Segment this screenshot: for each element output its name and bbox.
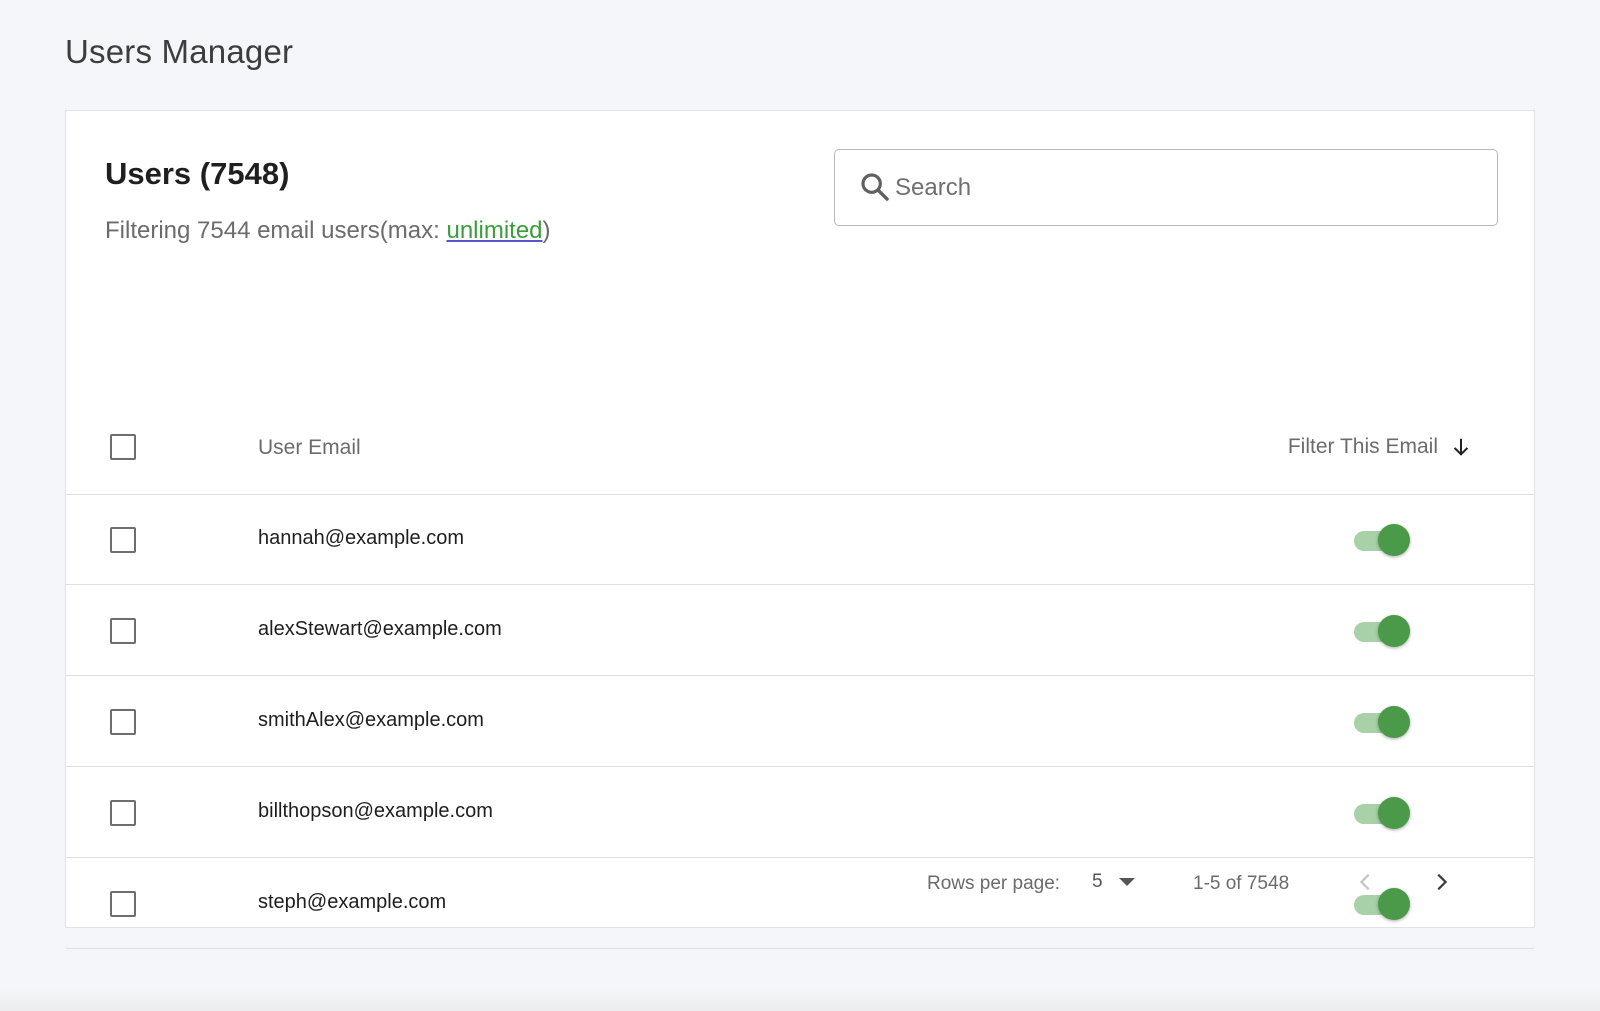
search-input[interactable]	[893, 166, 1477, 210]
users-count-title: Users (7548)	[105, 156, 290, 191]
toggle-thumb	[1378, 615, 1410, 647]
chevron-left-icon	[1359, 873, 1370, 891]
max-unlimited-link[interactable]: unlimited	[446, 217, 542, 244]
search-icon	[861, 173, 889, 201]
user-email-column-header[interactable]: User Email	[258, 436, 361, 460]
filter-email-column-label: Filter This Email	[1287, 435, 1438, 458]
filter-toggle[interactable]	[1354, 797, 1410, 829]
rows-per-page-value: 5	[1092, 871, 1103, 892]
filter-toggle[interactable]	[1354, 706, 1410, 738]
filter-toggle[interactable]	[1354, 615, 1410, 647]
row-email: hannah@example.com	[258, 527, 464, 549]
page-title: Users Manager	[65, 33, 294, 70]
filtering-summary: Filtering 7544 email users(max: unlimite…	[105, 217, 551, 245]
filtering-summary-suffix: )	[542, 217, 551, 244]
toggle-thumb	[1378, 524, 1410, 556]
table-header-row: User Email Filter This Email	[66, 401, 1534, 495]
row-checkbox[interactable]	[110, 527, 136, 553]
row-checkbox[interactable]	[110, 800, 136, 826]
table-row: hannah@example.com	[66, 494, 1534, 585]
next-page-button[interactable]	[1425, 866, 1457, 898]
row-email: smithAlex@example.com	[258, 709, 484, 731]
rows-per-page-label: Rows per page:	[927, 873, 1061, 894]
arrow-down-icon[interactable]	[1450, 436, 1472, 458]
caret-down-icon	[1118, 878, 1135, 886]
chevron-right-icon	[1437, 873, 1448, 891]
filtering-summary-prefix: Filtering 7544 email users(max:	[105, 217, 447, 244]
previous-page-button[interactable]	[1350, 866, 1382, 898]
table-row: smithAlex@example.com	[66, 676, 1534, 767]
row-email: billthopson@example.com	[258, 800, 493, 822]
table-row: alexStewart@example.com	[66, 585, 1534, 676]
toggle-thumb	[1378, 706, 1410, 738]
select-all-checkbox[interactable]	[110, 434, 136, 460]
rows-per-page-select[interactable]: 5	[1092, 871, 1135, 893]
filter-toggle[interactable]	[1354, 524, 1410, 556]
filter-email-column-header[interactable]: Filter This Email	[1288, 435, 1472, 459]
pagination-range: 1-5 of 7548	[1193, 873, 1290, 894]
row-checkbox[interactable]	[110, 709, 136, 735]
row-email: alexStewart@example.com	[258, 618, 502, 640]
pagination-footer: Rows per page: 5 1-5 of 7548	[65, 838, 1535, 928]
search-box[interactable]	[834, 149, 1498, 226]
bottom-edge	[0, 989, 1600, 1011]
row-checkbox[interactable]	[110, 618, 136, 644]
toggle-thumb	[1378, 797, 1410, 829]
users-card: Users (7548) Filtering 7544 email users(…	[65, 110, 1535, 949]
